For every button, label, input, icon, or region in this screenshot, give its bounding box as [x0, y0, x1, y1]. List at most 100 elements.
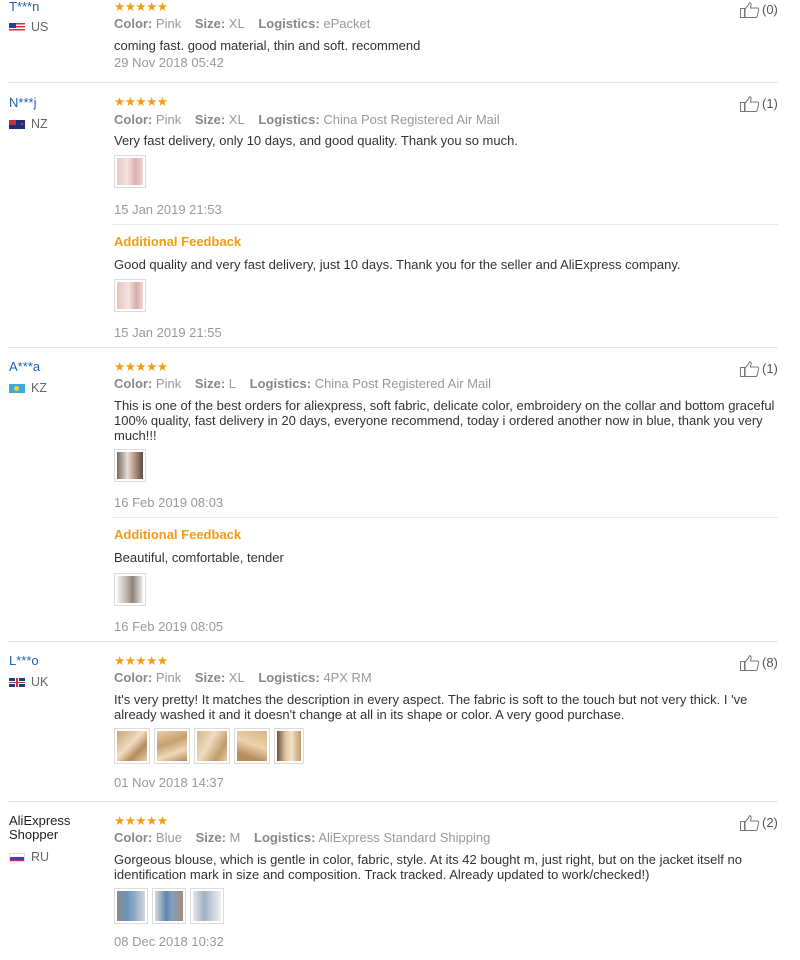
reviewer-country: KZ: [9, 381, 47, 395]
color-label: Color:: [114, 16, 153, 31]
review-item: T***n US ★★★★★ Color: Pink Size: XL Logi…: [0, 0, 800, 82]
size-value: L: [228, 376, 237, 391]
helpful-button[interactable]: (8): [740, 655, 778, 671]
nz-flag-icon: [9, 119, 25, 129]
reviewer-country: NZ: [9, 117, 48, 131]
color-label: Color:: [114, 376, 153, 391]
helpful-button[interactable]: (1): [740, 361, 778, 377]
rating-stars: ★★★★★: [114, 0, 168, 14]
logistics-label: Logistics:: [258, 16, 320, 31]
size-label: Size:: [194, 670, 226, 685]
size-value: M: [229, 830, 241, 845]
rating-stars: ★★★★★: [114, 814, 168, 828]
helpful-count: (2): [762, 815, 778, 830]
order-attributes: Color: Pink Size: XL Logistics: ePacket: [114, 16, 370, 32]
ru-flag-icon: [9, 852, 25, 862]
review-photo[interactable]: [234, 728, 270, 764]
country-code: KZ: [31, 381, 47, 395]
review-text: It's very pretty! It matches the descrip…: [114, 692, 748, 722]
helpful-button[interactable]: (1): [740, 96, 778, 112]
logistics-value: China Post Registered Air Mail: [314, 376, 491, 391]
uk-flag-icon: [9, 677, 25, 687]
review-date: 29 Nov 2018 05:42: [114, 55, 224, 70]
review-date: 01 Nov 2018 14:37: [114, 775, 224, 790]
rating-stars: ★★★★★: [114, 360, 168, 374]
size-label: Size:: [195, 830, 226, 845]
review-photos: [114, 279, 146, 312]
review-text: Gorgeous blouse, which is gentle in colo…: [114, 852, 742, 882]
country-code: US: [31, 20, 49, 34]
review-photo[interactable]: [114, 449, 146, 482]
size-label: Size:: [194, 376, 226, 391]
review-photos: [114, 155, 146, 188]
review-text: This is one of the best orders for aliex…: [114, 398, 775, 443]
logistics-label: Logistics:: [258, 112, 320, 127]
color-value: Pink: [155, 16, 182, 31]
size-label: Size:: [194, 112, 226, 127]
reviewer-country: UK: [9, 675, 48, 689]
helpful-count: (1): [762, 96, 778, 111]
reviewer-name: AliExpress Shopper: [9, 813, 71, 842]
review-date: 16 Feb 2019 08:03: [114, 495, 224, 510]
helpful-count: (0): [762, 2, 778, 17]
review-date: 08 Dec 2018 10:32: [114, 934, 224, 949]
review-photos: [114, 728, 304, 764]
country-code: RU: [31, 850, 50, 864]
thumbs-up-icon: [740, 96, 760, 112]
additional-feedback-text: Beautiful, comfortable, tender: [114, 550, 284, 565]
color-value: Pink: [155, 670, 182, 685]
size-value: XL: [228, 112, 245, 127]
thumbs-up-icon: [740, 815, 760, 831]
reviewer-name[interactable]: N***j: [9, 96, 36, 110]
review-photos: [114, 573, 146, 606]
review-text: coming fast. good material, thin and sof…: [114, 38, 421, 53]
order-attributes: Color: Pink Size: L Logistics: China Pos…: [114, 376, 491, 392]
additional-feedback-heading: Additional Feedback: [114, 234, 242, 249]
size-value: XL: [228, 670, 245, 685]
reviewer-name[interactable]: T***n: [9, 0, 39, 14]
order-attributes: Color: Pink Size: XL Logistics: 4PX RM: [114, 670, 372, 686]
review-photo[interactable]: [114, 888, 148, 924]
color-value: Blue: [155, 830, 182, 845]
review-photo[interactable]: [194, 728, 230, 764]
thumbs-up-icon: [740, 2, 760, 18]
reviewer-name[interactable]: A***a: [9, 360, 40, 374]
rating-stars: ★★★★★: [114, 95, 168, 109]
review-photo[interactable]: [154, 728, 190, 764]
reviewer-country: US: [9, 20, 48, 34]
logistics-label: Logistics:: [258, 670, 320, 685]
additional-feedback-text: Good quality and very fast delivery, jus…: [114, 257, 681, 272]
review-photos: [114, 449, 146, 482]
review-divider: [8, 801, 778, 802]
review-divider: [8, 641, 778, 642]
review-photo[interactable]: [190, 888, 224, 924]
review-photo[interactable]: [114, 155, 146, 188]
helpful-count: (1): [762, 361, 778, 376]
reviewer-name[interactable]: L***o: [9, 654, 39, 668]
review-photo[interactable]: [114, 279, 146, 312]
thumbs-up-icon: [740, 361, 760, 377]
additional-feedback-date: 16 Feb 2019 08:05: [114, 619, 224, 634]
logistics-label: Logistics:: [249, 376, 312, 391]
review-photo[interactable]: [152, 888, 186, 924]
helpful-button[interactable]: (2): [740, 815, 778, 831]
review-photo[interactable]: [114, 573, 146, 606]
feedback-divider: [112, 224, 778, 225]
feedback-divider: [112, 517, 778, 518]
review-divider: [8, 82, 778, 83]
review-date: 15 Jan 2019 21:53: [114, 202, 222, 217]
additional-feedback-date: 15 Jan 2019 21:55: [114, 325, 222, 340]
helpful-button[interactable]: (0): [740, 2, 778, 18]
country-code: UK: [31, 675, 49, 689]
color-label: Color:: [114, 112, 153, 127]
kz-flag-icon: [9, 383, 25, 393]
review-photo[interactable]: [274, 728, 304, 764]
logistics-value: China Post Registered Air Mail: [323, 112, 500, 127]
review-photos: [114, 888, 224, 924]
color-value: Pink: [155, 376, 182, 391]
review-photo[interactable]: [114, 728, 150, 764]
color-label: Color:: [114, 830, 153, 845]
us-flag-icon: [9, 22, 25, 32]
country-code: NZ: [31, 117, 48, 131]
color-value: Pink: [155, 112, 182, 127]
